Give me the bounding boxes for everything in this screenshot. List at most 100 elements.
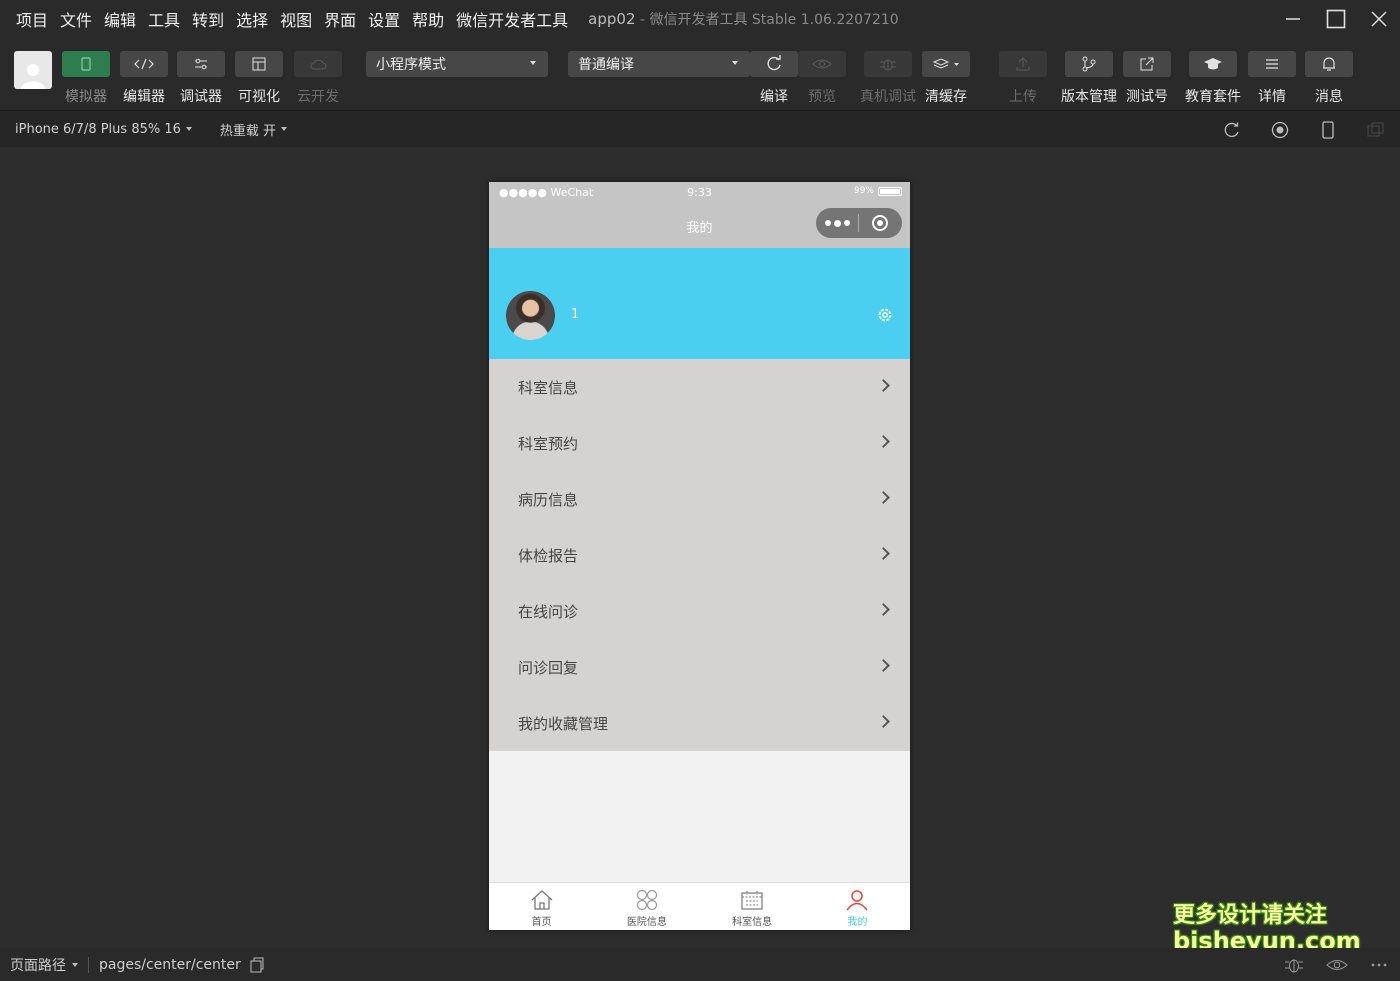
- page-path-select[interactable]: 页面路径: [10, 955, 78, 975]
- menu-view[interactable]: 视图: [280, 7, 312, 31]
- simulator-tool[interactable]: 模拟器: [62, 51, 110, 106]
- hot-reload-value: 热重载 开: [219, 123, 277, 139]
- preview-button[interactable]: [798, 51, 846, 77]
- visual-button[interactable]: [235, 51, 283, 77]
- preview-label: 预览: [808, 89, 836, 105]
- menu-help[interactable]: 帮助: [412, 7, 444, 31]
- tab-label: 医院信息: [626, 917, 667, 928]
- remote-debug-tool[interactable]: 真机调试: [860, 51, 916, 106]
- menu-row-favorites[interactable]: 我的收藏管理: [489, 695, 910, 751]
- layers-icon: [932, 58, 959, 69]
- menu-project[interactable]: 项目: [16, 7, 48, 31]
- menu-wechat-devtools[interactable]: 微信开发者工具: [456, 7, 568, 31]
- device-select[interactable]: iPhone 6/7/8 Plus 85% 16: [15, 122, 192, 137]
- compile-tool[interactable]: 编译: [750, 51, 798, 106]
- phone-icon[interactable]: [1318, 120, 1338, 140]
- editor-tool[interactable]: 编辑器: [120, 51, 168, 106]
- menu-row-checkup-report[interactable]: 体检报告: [489, 527, 910, 583]
- gear-icon[interactable]: [876, 306, 894, 324]
- window-icon[interactable]: [1366, 120, 1386, 140]
- eye-icon[interactable]: [1326, 958, 1348, 972]
- tab-home[interactable]: 首页: [489, 883, 594, 930]
- close-target-icon[interactable]: [872, 215, 888, 231]
- menu-row-dept-booking[interactable]: 科室预约: [489, 415, 910, 471]
- menu-interface[interactable]: 界面: [324, 7, 356, 31]
- remote-debug-button[interactable]: [864, 51, 912, 77]
- test-account-tool[interactable]: 测试号: [1123, 51, 1171, 106]
- version-tool[interactable]: 版本管理: [1061, 51, 1117, 106]
- menu-row-online-consult[interactable]: 在线问诊: [489, 583, 910, 639]
- simulator-subbar: iPhone 6/7/8 Plus 85% 16 热重载 开: [0, 110, 1400, 147]
- compile-button[interactable]: [750, 51, 798, 77]
- minimize-button[interactable]: [1271, 0, 1314, 38]
- chevron-right-icon: [877, 379, 890, 392]
- cloud-button[interactable]: [294, 51, 342, 77]
- app-title: 微信开发者工具 Stable 1.06.2207210: [649, 12, 899, 28]
- details-tool[interactable]: 详情: [1248, 51, 1296, 106]
- menu-row-dept-info[interactable]: 科室信息: [489, 359, 910, 415]
- nav-bar: 我的: [489, 202, 910, 248]
- tab-dept-info[interactable]: 科室信息: [700, 883, 805, 930]
- branch-icon: [1082, 56, 1096, 72]
- more-icon[interactable]: [1370, 962, 1388, 968]
- battery-percent: 99%: [853, 186, 874, 196]
- debugger-tool[interactable]: 调试器: [177, 51, 225, 106]
- window-title: app02 - 微信开发者工具 Stable 1.06.2207210: [588, 9, 899, 29]
- edu-button[interactable]: [1189, 51, 1237, 77]
- menu-row-medical-record[interactable]: 病历信息: [489, 471, 910, 527]
- more-icon[interactable]: [816, 219, 858, 227]
- phone-simulator: ●●●●● WeChat 9:33 99% 我的 1 科室信息 科室预约 病历信…: [489, 182, 910, 930]
- tab-mine[interactable]: 我的: [805, 883, 910, 930]
- messages-tool[interactable]: 消息: [1305, 51, 1353, 106]
- menu-select[interactable]: 选择: [236, 7, 268, 31]
- compile-select[interactable]: 普通编译: [568, 51, 750, 77]
- eye-icon: [812, 59, 832, 69]
- compile-select-caret-icon: [732, 61, 738, 65]
- debugger-button[interactable]: [177, 51, 225, 77]
- tab-hospital-info[interactable]: 医院信息: [594, 883, 699, 930]
- avatar[interactable]: [506, 291, 555, 340]
- menu-tools[interactable]: 工具: [148, 7, 180, 31]
- rotate-icon[interactable]: [1222, 120, 1242, 140]
- user-icon: [846, 890, 868, 911]
- upload-tool[interactable]: 上传: [999, 51, 1047, 106]
- menu-goto[interactable]: 转到: [192, 7, 224, 31]
- preview-tool[interactable]: 预览: [798, 51, 846, 106]
- mode-select[interactable]: 小程序模式: [366, 51, 548, 77]
- copy-icon[interactable]: [247, 956, 265, 974]
- bell-icon: [1323, 57, 1335, 71]
- maximize-button[interactable]: [1314, 0, 1357, 38]
- menu-row-consult-reply[interactable]: 问诊回复: [489, 639, 910, 695]
- simulator-button[interactable]: [62, 51, 110, 77]
- bug-icon: [880, 59, 896, 71]
- editor-button[interactable]: [120, 51, 168, 77]
- menu-edit[interactable]: 编辑: [104, 7, 136, 31]
- user-avatar-button[interactable]: [14, 51, 52, 89]
- code-icon: [134, 58, 154, 70]
- mini-program-capsule: [816, 208, 902, 238]
- username: 1: [571, 307, 580, 322]
- test-account-button[interactable]: [1123, 51, 1171, 77]
- version-button[interactable]: [1065, 51, 1113, 77]
- close-button[interactable]: [1357, 0, 1400, 38]
- edu-tool[interactable]: 教育套件: [1185, 51, 1241, 106]
- visual-tool[interactable]: 可视化: [235, 51, 283, 106]
- page-path: pages/center/center: [99, 956, 265, 974]
- cloud-tool[interactable]: 云开发: [294, 51, 342, 106]
- menu-file[interactable]: 文件: [60, 7, 92, 31]
- hot-reload-select[interactable]: 热重载 开: [219, 120, 288, 139]
- project-name: app02: [588, 10, 636, 28]
- remote-debug-label: 真机调试: [860, 89, 916, 105]
- details-button[interactable]: [1248, 51, 1296, 77]
- bug-icon[interactable]: [1284, 956, 1304, 974]
- tab-bar: 首页 医院信息 科室信息 我的: [489, 882, 910, 930]
- upload-icon: [1016, 57, 1030, 71]
- clear-cache-tool[interactable]: 清缓存: [922, 51, 970, 106]
- graduation-cap-icon: [1204, 58, 1222, 70]
- messages-button[interactable]: [1305, 51, 1353, 77]
- upload-button[interactable]: [999, 51, 1047, 77]
- clear-cache-button[interactable]: [922, 51, 970, 77]
- stop-icon[interactable]: [1270, 120, 1290, 140]
- menu-settings[interactable]: 设置: [368, 7, 400, 31]
- external-link-icon: [1140, 57, 1154, 71]
